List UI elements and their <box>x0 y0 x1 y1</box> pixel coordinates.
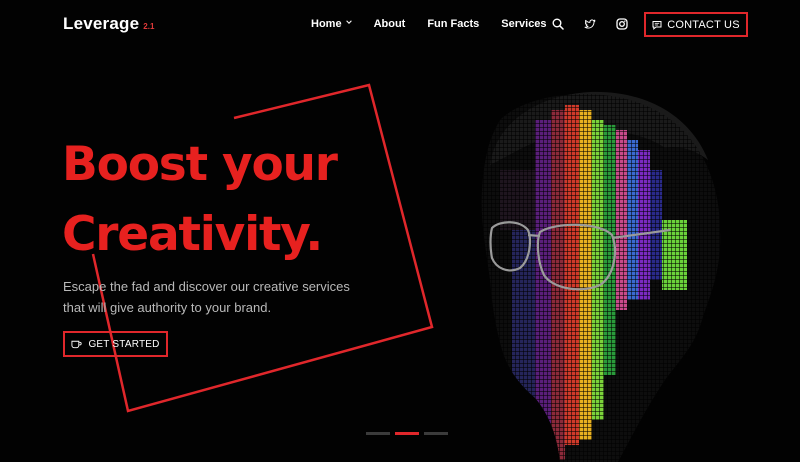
nav-icons <box>552 18 648 30</box>
hero-page: Leverage 2.1 Home About Fun Facts Servic… <box>0 0 800 462</box>
nav-item-about[interactable]: About <box>374 18 406 30</box>
main-menu: Home About Fun Facts Services <box>311 18 569 30</box>
brand-logo[interactable]: Leverage 2.1 <box>63 14 154 34</box>
nav-item-fun-facts[interactable]: Fun Facts <box>427 18 479 30</box>
search-icon[interactable] <box>552 18 564 30</box>
instagram-icon[interactable] <box>616 18 628 30</box>
hero-headline-line1: Boost your <box>62 137 338 192</box>
hero-subtitle: Escape the fad and discover our creative… <box>63 279 350 315</box>
coffee-cup-icon <box>71 340 83 349</box>
nav-item-label: Home <box>311 18 342 30</box>
nav-item-label: Services <box>501 18 547 30</box>
slider-dot-3[interactable] <box>424 432 448 435</box>
chat-icon <box>652 20 662 30</box>
get-started-button[interactable]: GET STARTED <box>63 331 168 357</box>
get-started-label: GET STARTED <box>88 338 160 350</box>
nav-item-label: Fun Facts <box>427 18 480 30</box>
slider-pagination <box>366 432 453 435</box>
hero-portrait-image <box>481 91 721 462</box>
slider-dot-1[interactable] <box>366 432 390 435</box>
brand-version: 2.1 <box>143 22 155 31</box>
slider-dot-2-active[interactable] <box>395 432 419 435</box>
top-navigation: Leverage 2.1 Home About Fun Facts Servic… <box>0 0 800 50</box>
brand-name: Leverage <box>63 14 140 33</box>
nav-item-label: About <box>373 18 406 30</box>
contact-us-label: CONTACT US <box>667 18 740 31</box>
nav-item-services[interactable]: Services <box>501 18 546 30</box>
chevron-down-icon <box>345 20 352 24</box>
hero-headline: Boost your Creativity. <box>62 130 338 270</box>
contact-us-button[interactable]: CONTACT US <box>644 12 748 37</box>
hero-headline-line2: Creativity. <box>62 207 323 262</box>
nav-item-home[interactable]: Home <box>311 18 352 30</box>
twitter-icon[interactable] <box>584 18 596 30</box>
